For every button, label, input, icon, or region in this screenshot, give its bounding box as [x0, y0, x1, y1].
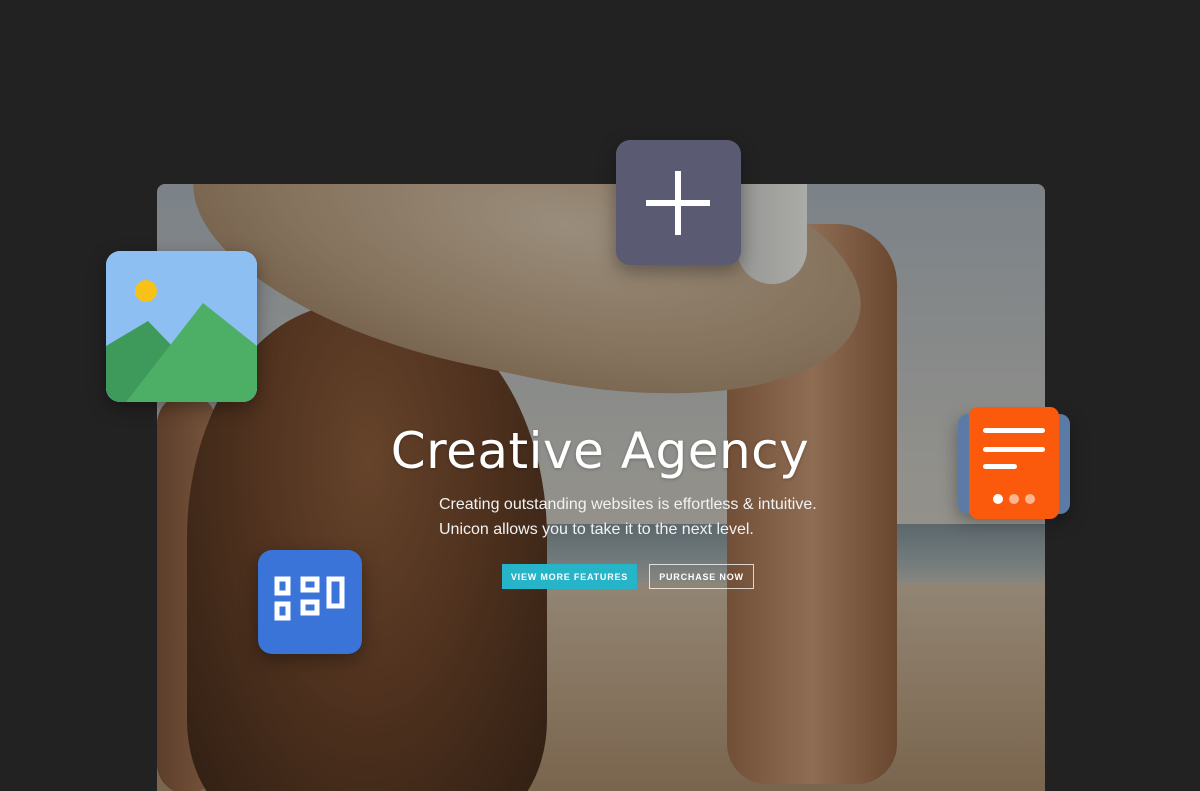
hero-subtitle: Creating outstanding websites is effortl… — [439, 492, 859, 542]
document-line-3 — [983, 464, 1017, 469]
image-icon-graphic — [106, 251, 257, 402]
document-icon — [969, 407, 1059, 519]
view-more-features-button[interactable]: VIEW MORE FEATURES — [502, 564, 637, 589]
image-icon — [106, 251, 257, 402]
plus-icon — [616, 140, 741, 265]
document-line-1 — [983, 428, 1045, 433]
hero-section — [157, 184, 1045, 791]
hero-subtitle-line-1: Creating outstanding websites is effortl… — [439, 496, 817, 513]
document-dot-3 — [1025, 494, 1035, 504]
document-dot-1 — [993, 494, 1003, 504]
grid-layout-icon — [258, 550, 362, 654]
purchase-now-button[interactable]: PURCHASE NOW — [649, 564, 754, 589]
plus-icon-horizontal-bar — [646, 200, 710, 206]
document-dot-2 — [1009, 494, 1019, 504]
hero-subtitle-line-2: Unicon allows you to take it to the next… — [439, 521, 754, 538]
hero-overlay — [157, 184, 1045, 791]
document-line-2 — [983, 447, 1045, 452]
grid-layout-icon-graphic — [274, 576, 345, 621]
